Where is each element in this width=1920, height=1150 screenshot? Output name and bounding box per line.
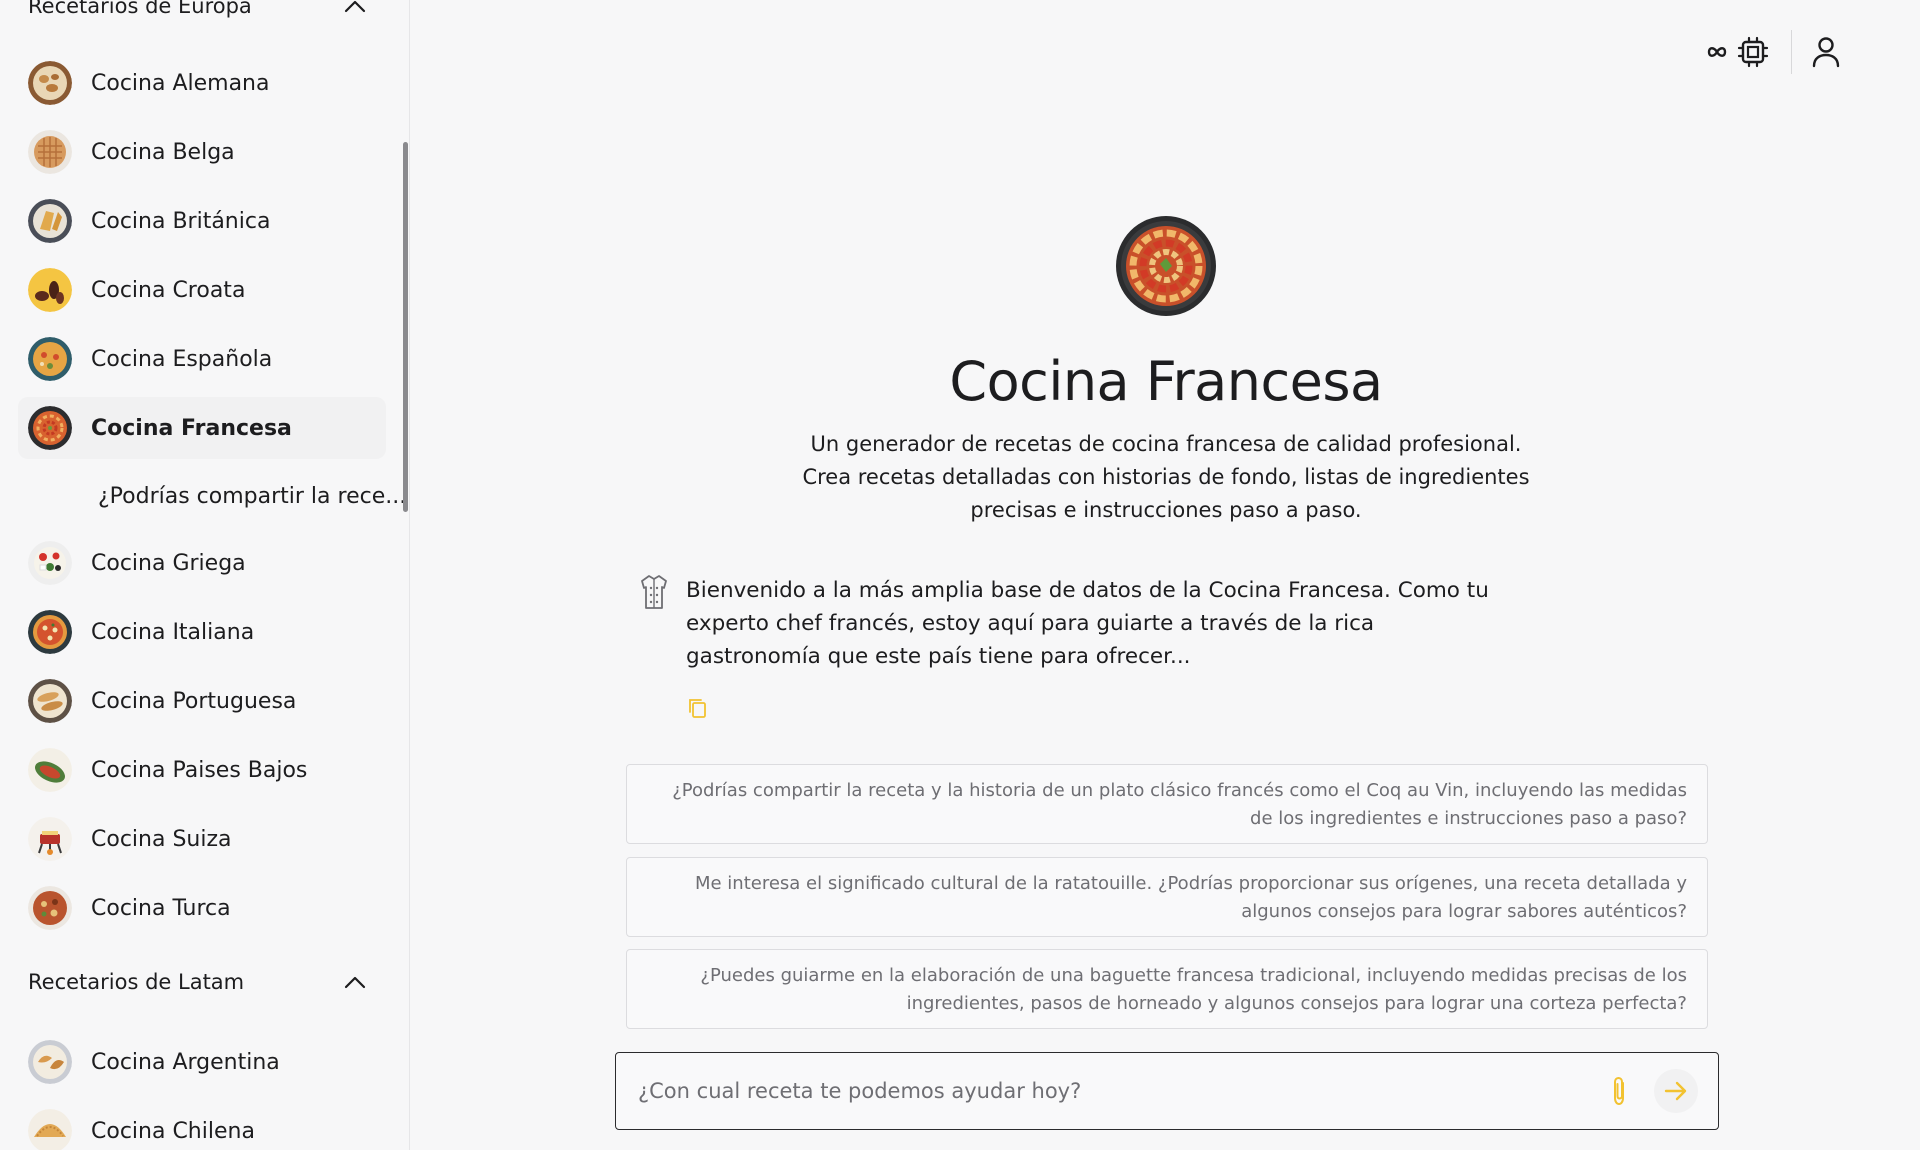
ratatouille-icon	[28, 406, 72, 450]
german-dish-icon	[28, 61, 72, 105]
sidebar-item-label: Cocina Griega	[91, 550, 246, 576]
sidebar-item-cocina-belga[interactable]: Cocina Belga	[18, 121, 386, 183]
sidebar-item-cocina-portuguesa[interactable]: Cocina Portuguesa	[18, 670, 386, 732]
sidebar-item-cocina-turca[interactable]: Cocina Turca	[18, 877, 386, 939]
british-dish-icon	[28, 199, 72, 243]
sidebar-item-cocina-francesa[interactable]: Cocina Francesa	[18, 397, 386, 459]
section-title-europe: Recetarios de Europa	[28, 0, 252, 18]
sidebar-item-label: Cocina Española	[91, 346, 273, 372]
sidebar-subitem-label: ¿Podrías compartir la rece...	[98, 483, 407, 509]
argentine-dish-icon	[28, 1040, 72, 1084]
suggestion-card[interactable]: Me interesa el significado cultural de l…	[626, 857, 1708, 937]
sidebar-scrollbar[interactable]	[403, 142, 408, 512]
sidebar-item-cocina-britanica[interactable]: Cocina Británica	[18, 190, 386, 252]
cpu-chip-icon[interactable]	[1737, 32, 1769, 72]
ratatouille-hero-icon	[1116, 216, 1216, 316]
greek-salad-icon	[28, 541, 72, 585]
empanada-icon	[28, 1109, 72, 1150]
infinity-icon[interactable]	[1707, 32, 1727, 72]
chevron-up-icon[interactable]	[342, 0, 368, 19]
fondue-icon	[28, 817, 72, 861]
sidebar-item-label: Cocina Paises Bajos	[91, 757, 308, 783]
chef-jacket-icon	[640, 574, 668, 610]
suggestion-card[interactable]: ¿Puedes guiarme en la elaboración de una…	[626, 949, 1708, 1029]
send-button[interactable]	[1654, 1069, 1698, 1113]
user-icon[interactable]	[1812, 32, 1840, 72]
message-composer	[615, 1052, 1719, 1130]
belgian-waffle-icon	[28, 130, 72, 174]
page-title: Cocina Francesa	[949, 350, 1383, 413]
sidebar-item-label: Cocina Portuguesa	[91, 688, 297, 714]
sidebar-item-label: Cocina Británica	[91, 208, 271, 234]
pizza-icon	[28, 610, 72, 654]
sidebar-item-cocina-griega[interactable]: Cocina Griega	[18, 532, 386, 594]
sidebar-item-label: Cocina Croata	[91, 277, 246, 303]
toolbar-divider	[1791, 30, 1792, 74]
sidebar-item-cocina-suiza[interactable]: Cocina Suiza	[18, 808, 386, 870]
arrow-right-icon	[1664, 1081, 1687, 1101]
sidebar-item-cocina-alemana[interactable]: Cocina Alemana	[18, 52, 386, 114]
section-header-europe[interactable]: Recetarios de Europa	[28, 0, 368, 26]
sidebar-item-cocina-italiana[interactable]: Cocina Italiana	[18, 601, 386, 663]
sidebar-item-label: Cocina Alemana	[91, 70, 270, 96]
page-description: Un generador de recetas de cocina france…	[802, 432, 1530, 522]
paella-icon	[28, 337, 72, 381]
dutch-dish-icon	[28, 748, 72, 792]
sidebar-item-label: Cocina Suiza	[91, 826, 232, 852]
turkish-dish-icon	[28, 886, 72, 930]
sidebar-item-cocina-argentina[interactable]: Cocina Argentina	[18, 1031, 386, 1093]
sidebar-item-cocina-chilena[interactable]: Cocina Chilena	[18, 1100, 386, 1150]
section-title-latam: Recetarios de Latam	[28, 970, 245, 994]
sidebar-item-label: Cocina Chilena	[91, 1118, 255, 1144]
top-toolbar	[1707, 30, 1840, 74]
sidebar-item-label: Cocina Belga	[91, 139, 235, 165]
sidebar: Recetarios de Europa Cocina Alemana Coci…	[0, 0, 410, 1150]
sidebar-item-label: Cocina Francesa	[91, 415, 292, 441]
paperclip-icon[interactable]	[1604, 1073, 1634, 1109]
section-header-latam[interactable]: Recetarios de Latam	[28, 962, 368, 1002]
sidebar-item-cocina-paises-bajos[interactable]: Cocina Paises Bajos	[18, 739, 386, 801]
prompt-input[interactable]	[638, 1079, 1604, 1103]
sidebar-item-label: Cocina Argentina	[91, 1049, 280, 1075]
copy-icon[interactable]	[687, 697, 709, 719]
portuguese-dish-icon	[28, 679, 72, 723]
assistant-welcome-message: Bienvenido a la más amplia base de datos…	[686, 578, 1489, 669]
sidebar-item-cocina-espanola[interactable]: Cocina Española	[18, 328, 386, 390]
chevron-up-icon[interactable]	[342, 969, 368, 995]
sidebar-item-label: Cocina Turca	[91, 895, 231, 921]
sidebar-item-label: Cocina Italiana	[91, 619, 255, 645]
sidebar-subitem-conversation[interactable]: ¿Podrías compartir la rece...	[18, 465, 406, 527]
sidebar-item-cocina-croata[interactable]: Cocina Croata	[18, 259, 386, 321]
suggestion-card[interactable]: ¿Podrías compartir la receta y la histor…	[626, 764, 1708, 844]
croatian-dish-icon	[28, 268, 72, 312]
